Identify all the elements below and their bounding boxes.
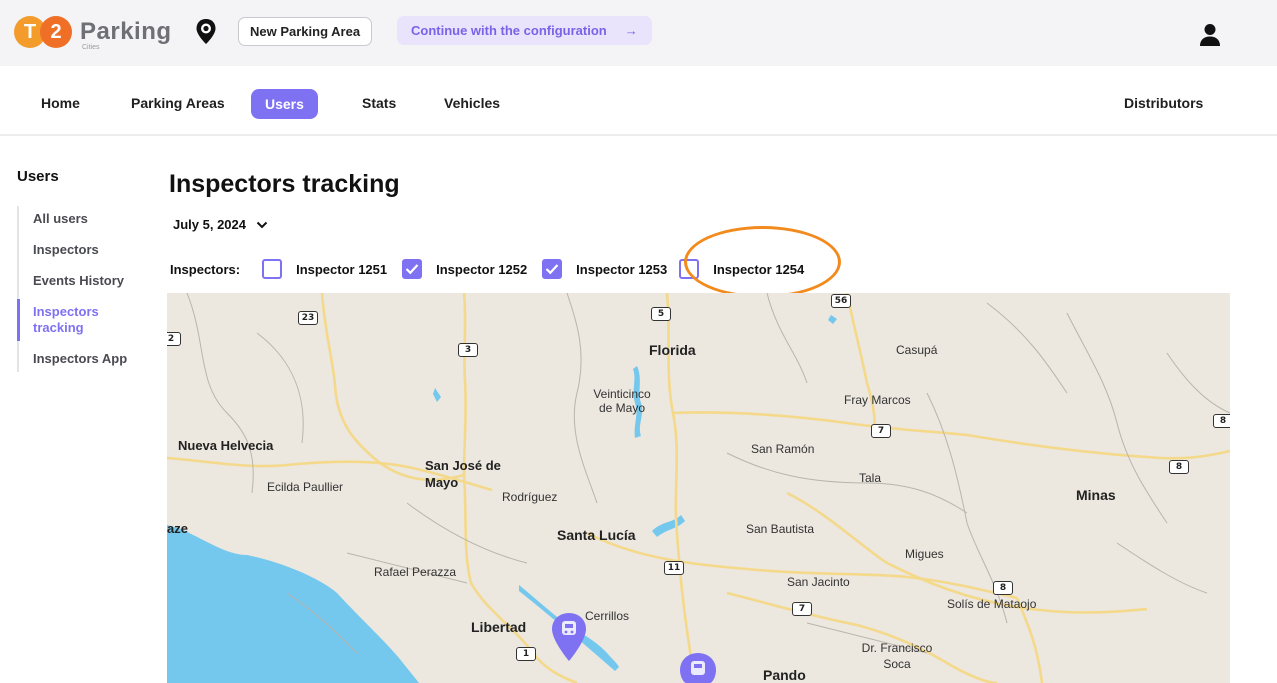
sidebar-item-inspectors-tracking[interactable]: Inspectors tracking xyxy=(17,299,99,341)
location-pin-icon[interactable] xyxy=(194,18,218,46)
nav-distributors[interactable]: Distributors xyxy=(1124,95,1203,111)
map-town-label: Veinticinco de Mayo xyxy=(593,387,651,415)
sidebar-title: Users xyxy=(17,168,59,185)
map-town-label: Solís de Mataojo xyxy=(947,597,1037,611)
nav-stats[interactable]: Stats xyxy=(362,95,396,111)
map-town-label: Nueva Helvecia xyxy=(178,438,274,453)
map-town-label: Migues xyxy=(905,547,944,561)
map-town-label: Tala xyxy=(859,471,882,485)
sidebar-item-all-users[interactable]: All users xyxy=(19,206,147,232)
inspector-1252-label: Inspector 1252 xyxy=(436,261,528,277)
page-title: Inspectors tracking xyxy=(169,170,400,198)
map-town-label: Cerrillos xyxy=(585,609,630,623)
arrow-right-icon: → xyxy=(624,23,638,38)
inspectors-map[interactable]: Florida Casupá Veinticinco de Mayo Fray … xyxy=(167,293,1230,683)
map-town-label: Libertad xyxy=(471,619,527,635)
map-town-label: San Jacinto xyxy=(787,575,850,589)
route-shield: 2 xyxy=(167,332,181,346)
inspectors-filter: Inspectors: Inspector 1251 Inspector 125… xyxy=(170,258,819,280)
route-shield: 8 xyxy=(1213,414,1230,428)
inspector-1254-checkbox[interactable] xyxy=(679,259,700,279)
nav-vehicles[interactable]: Vehicles xyxy=(444,95,500,111)
sidebar-item-events-history[interactable]: Events History xyxy=(19,268,147,294)
map-town-label: Pando xyxy=(763,667,806,683)
top-bar: T 2 Parking Cities New Parking Area Cont… xyxy=(0,0,1277,66)
map-town-label: San José de Mayo xyxy=(425,458,501,490)
inspector-marker[interactable] xyxy=(680,653,716,683)
map-town-label: Santa Lucía xyxy=(557,527,636,543)
checkmark-icon xyxy=(405,264,419,275)
inspector-marker[interactable] xyxy=(552,613,586,661)
inspector-1253-label: Inspector 1253 xyxy=(576,261,668,277)
inspector-1251-checkbox[interactable] xyxy=(262,259,283,279)
map-town-label: San Ramón xyxy=(751,442,815,456)
logo-text: Parking Cities xyxy=(80,18,172,51)
route-shield: 3 xyxy=(458,343,478,357)
logo-subtitle: Cities xyxy=(82,44,100,51)
inspector-1253-checkbox[interactable] xyxy=(542,259,563,279)
sidebar-item-inspectors[interactable]: Inspectors xyxy=(19,237,147,263)
main-navigation: Home Parking Areas Users Stats Vehicles … xyxy=(0,66,1277,136)
nav-users[interactable]: Users xyxy=(251,89,318,119)
app-logo[interactable]: T 2 Parking Cities xyxy=(14,14,172,51)
map-town-label: Ecilda Paullier xyxy=(267,480,344,494)
date-value: July 5, 2024 xyxy=(173,217,246,232)
logo-2-badge: 2 xyxy=(40,16,72,48)
new-parking-area-button[interactable]: New Parking Area xyxy=(238,17,373,46)
map-town-label: Rafael Perazza xyxy=(374,565,457,579)
nav-home[interactable]: Home xyxy=(41,95,80,111)
logo-word: Parking xyxy=(80,18,172,45)
user-account-icon[interactable] xyxy=(1198,22,1222,48)
map-town-label: Dr. Francisco Soca xyxy=(861,641,933,671)
route-shield: 1 xyxy=(516,647,536,661)
route-shield: 56 xyxy=(831,294,851,308)
map-town-label: Minas xyxy=(1076,487,1116,503)
inspectors-label: Inspectors: xyxy=(170,261,241,277)
route-shield: 7 xyxy=(792,602,812,616)
map-town-label: Rodríguez xyxy=(502,490,558,504)
chevron-down-icon xyxy=(256,221,268,228)
map-town-label: Florida xyxy=(649,342,696,358)
route-shield: 8 xyxy=(993,581,1013,595)
continue-configuration-label: Continue with the configuration xyxy=(411,23,607,38)
map-town-label: aze xyxy=(167,521,188,536)
checkmark-icon xyxy=(545,264,559,275)
inspector-1254-label: Inspector 1254 xyxy=(713,261,805,277)
sidebar-menu: All users Inspectors Events History Insp… xyxy=(17,206,147,372)
route-shield: 23 xyxy=(298,311,318,325)
map-town-label: San Bautista xyxy=(746,522,815,536)
route-shield: 8 xyxy=(1169,460,1189,474)
map-town-label: Casupá xyxy=(896,343,938,357)
date-dropdown[interactable]: July 5, 2024 xyxy=(173,217,268,232)
route-shield: 7 xyxy=(871,424,891,438)
route-shield: 5 xyxy=(651,307,671,321)
inspector-1252-checkbox[interactable] xyxy=(402,259,423,279)
continue-configuration-button[interactable]: Continue with the configuration → xyxy=(397,16,652,45)
map-town-label: Fray Marcos xyxy=(844,393,911,407)
route-shield: 11 xyxy=(664,561,684,575)
sidebar-item-inspectors-app[interactable]: Inspectors App xyxy=(19,346,147,372)
nav-parking-areas[interactable]: Parking Areas xyxy=(131,95,225,111)
inspector-1251-label: Inspector 1251 xyxy=(296,261,388,277)
